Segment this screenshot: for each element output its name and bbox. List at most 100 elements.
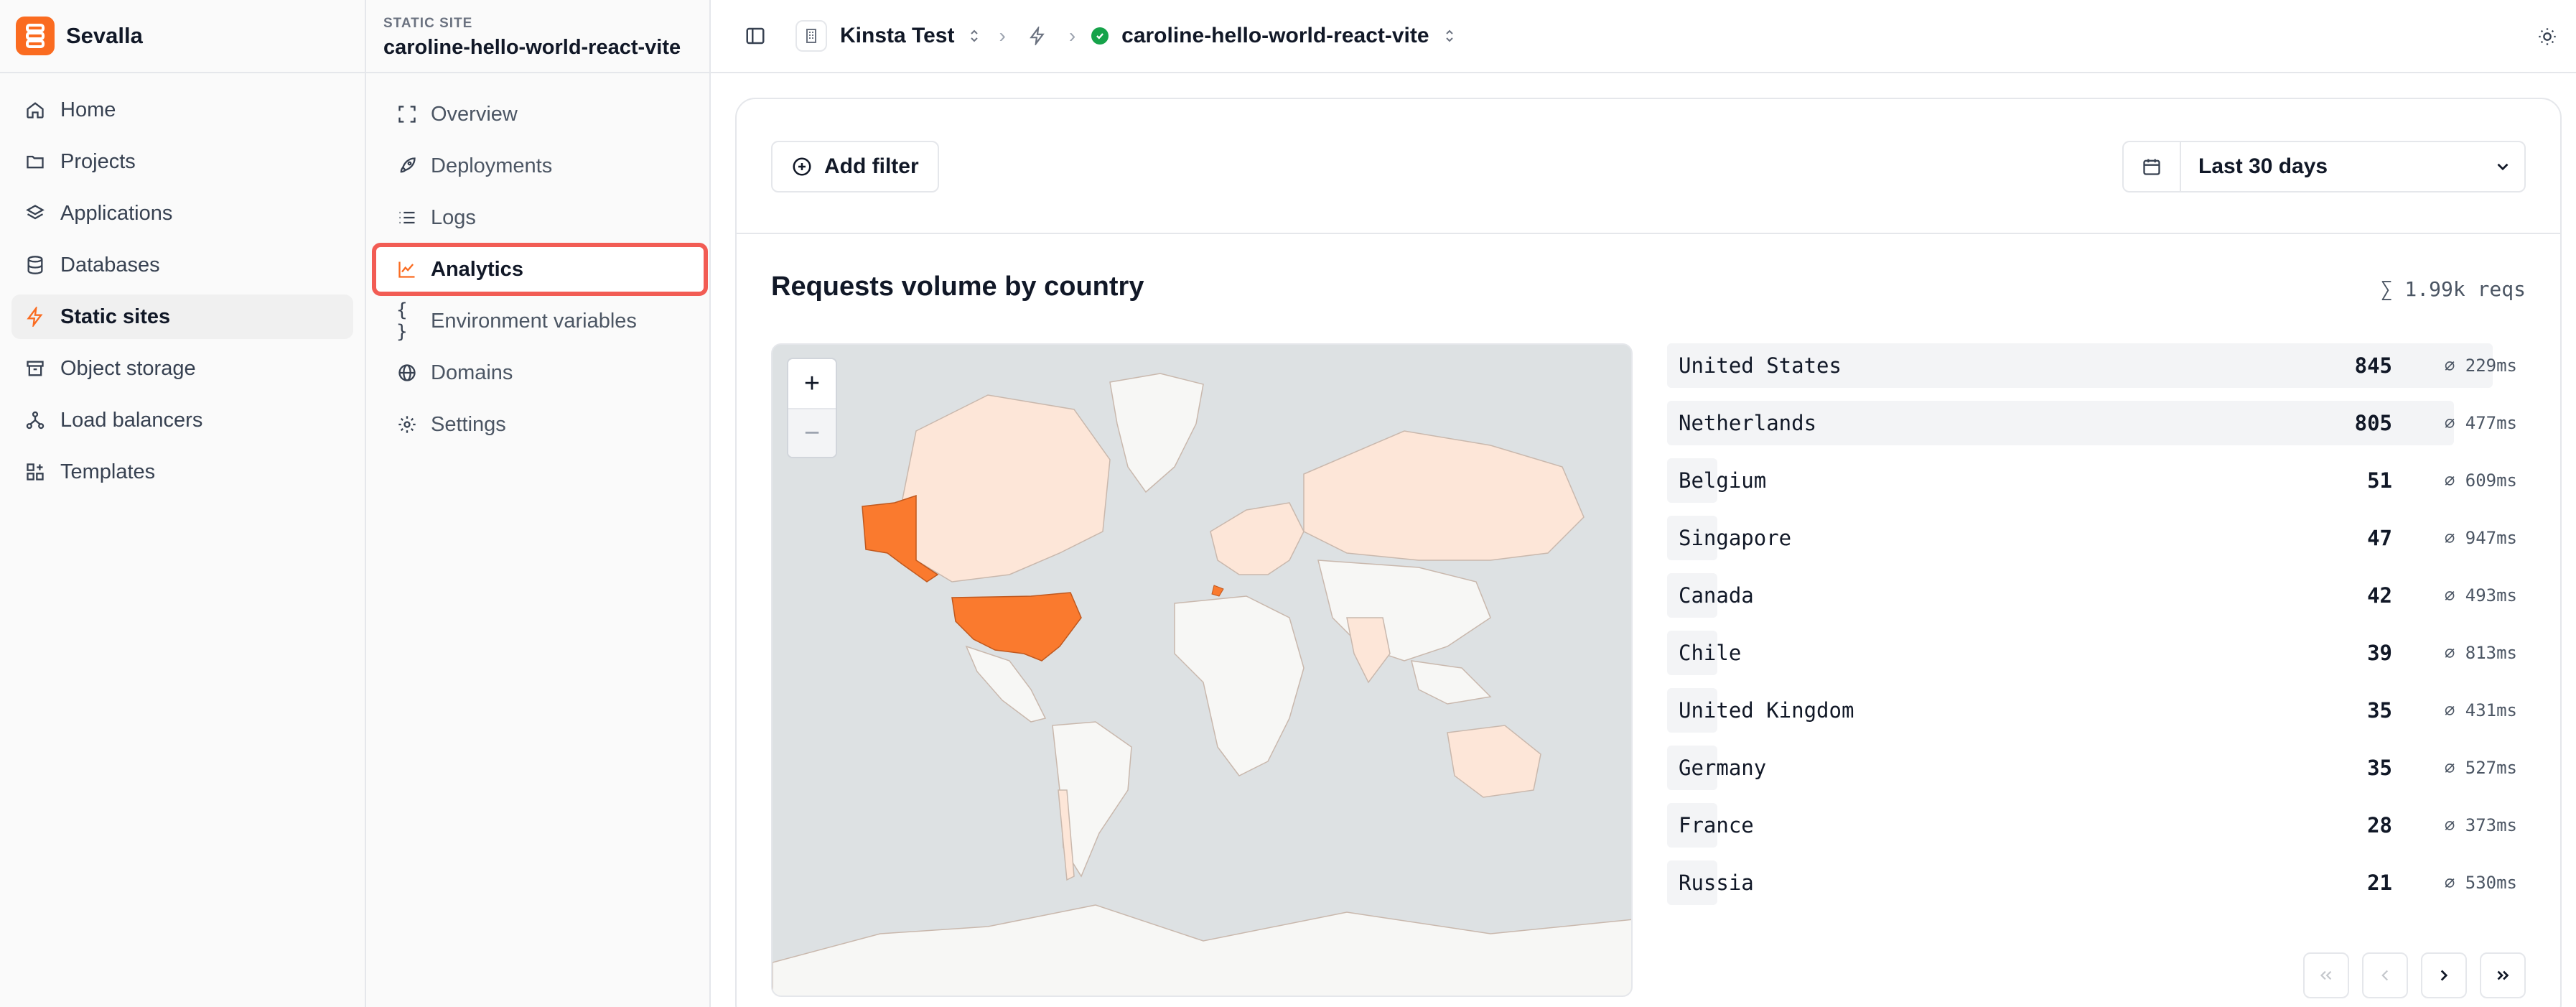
chevron-down-icon [2481, 157, 2524, 176]
country-row[interactable]: Russia 21 ⌀ 530ms [1667, 860, 2529, 905]
country-request-count: 28 [2367, 813, 2392, 837]
site-nav-analytics[interactable]: Analytics [372, 243, 708, 296]
country-name: United Kingdom [1679, 698, 1854, 723]
next-page-button[interactable] [2421, 952, 2467, 998]
country-name: Singapore [1679, 526, 1792, 550]
breadcrumb-static-sites[interactable] [1022, 20, 1053, 52]
breadcrumb-site[interactable]: caroline-hello-world-react-vite [1091, 24, 1457, 48]
layers-icon [24, 203, 46, 224]
sidebar-toggle-icon [746, 27, 765, 45]
country-name: France [1679, 813, 1754, 837]
country-request-count: 51 [2367, 468, 2392, 493]
main-sidebar: Sevalla Home Projects Applications Datab… [0, 0, 366, 1007]
country-row[interactable]: Singapore 47 ⌀ 947ms [1667, 516, 2529, 560]
add-filter-button[interactable]: Add filter [771, 141, 939, 192]
map-country [1447, 725, 1541, 798]
map-country [1346, 617, 1391, 684]
map-country [1317, 560, 1491, 662]
breadcrumb-company[interactable]: Kinsta Test [795, 20, 983, 52]
filter-toolbar: Add filter Last 30 days [737, 99, 2560, 234]
brand[interactable]: Sevalla [0, 0, 365, 73]
chevron-right-icon: › [1068, 24, 1076, 47]
country-request-count: 35 [2367, 756, 2392, 780]
company-name: Kinsta Test [840, 24, 955, 47]
country-name: Germany [1679, 756, 1767, 780]
site-header: STATIC SITE caroline-hello-world-react-v… [366, 0, 709, 73]
site-nav-domains[interactable]: Domains [376, 351, 704, 395]
sidebar-item-templates[interactable]: Templates [11, 450, 353, 494]
country-avg-latency: ⌀ 431ms [2444, 700, 2517, 720]
site-nav-environment-variables[interactable]: { } Environment variables [376, 299, 704, 343]
country-row[interactable]: Canada 42 ⌀ 493ms [1667, 573, 2529, 618]
sidebar-item-applications[interactable]: Applications [11, 191, 353, 236]
sidebar-item-label: Object storage [60, 356, 196, 380]
site-nav-label: Environment variables [431, 309, 637, 333]
chevron-up-down-icon [971, 29, 979, 42]
site-kicker: STATIC SITE [383, 16, 473, 31]
line-chart-icon [396, 259, 418, 280]
last-page-button[interactable] [2480, 952, 2526, 998]
theme-toggle-button[interactable] [2531, 21, 2563, 52]
date-range-select[interactable]: Last 30 days [2122, 141, 2526, 192]
gear-icon [396, 414, 418, 435]
country-avg-latency: ⌀ 609ms [2444, 470, 2517, 491]
country-request-count: 35 [2367, 698, 2392, 723]
add-filter-label: Add filter [824, 154, 919, 178]
site-nav-overview[interactable]: Overview [376, 92, 704, 136]
sevalla-logo-icon [16, 17, 55, 55]
site-name: caroline-hello-world-react-vite [383, 36, 681, 59]
building-icon [795, 20, 827, 52]
sidebar-item-label: Databases [60, 253, 160, 277]
country-name: Russia [1679, 871, 1754, 895]
site-nav-settings[interactable]: Settings [376, 402, 704, 447]
site-breadcrumb-name: caroline-hello-world-react-vite [1121, 24, 1429, 47]
map-country [773, 904, 1631, 996]
country-row[interactable]: United States 845 ⌀ 229ms [1667, 343, 2529, 388]
country-avg-latency: ⌀ 947ms [2444, 528, 2517, 548]
country-list: United States 845 ⌀ 229ms Netherlands 805 ⌀ 4… [1667, 343, 2529, 918]
zoom-in-button[interactable]: + [788, 359, 836, 408]
sun-icon [2539, 28, 2556, 45]
top-bar: Kinsta Test › › caroline-hello-world-rea… [711, 0, 2576, 73]
site-nav-label: Domains [431, 361, 513, 384]
focus-frame-icon [396, 103, 418, 125]
sidebar-item-load-balancers[interactable]: Load balancers [11, 398, 353, 442]
sidebar-item-databases[interactable]: Databases [11, 243, 353, 287]
country-row[interactable]: United Kingdom 35 ⌀ 431ms [1667, 688, 2529, 733]
previous-page-button[interactable] [2362, 952, 2408, 998]
sidebar-item-label: Home [60, 98, 116, 121]
country-request-count: 805 [2354, 411, 2392, 435]
world-map[interactable]: + − [771, 343, 1633, 997]
brand-name: Sevalla [66, 23, 143, 48]
database-icon [24, 254, 46, 276]
sidebar-item-static-sites[interactable]: Static sites [11, 294, 353, 339]
country-row[interactable]: Chile 39 ⌀ 813ms [1667, 631, 2529, 675]
country-request-count: 42 [2367, 583, 2392, 608]
country-row[interactable]: Belgium 51 ⌀ 609ms [1667, 458, 2529, 503]
date-range-value: Last 30 days [2198, 154, 2328, 178]
country-row[interactable]: France 28 ⌀ 373ms [1667, 803, 2529, 848]
country-name: Canada [1679, 583, 1754, 608]
archive-icon [24, 358, 46, 379]
sidebar-item-label: Templates [60, 460, 156, 483]
chevron-right-icon: › [999, 24, 1006, 47]
country-name: Chile [1679, 641, 1742, 665]
site-nav-label: Deployments [431, 154, 553, 177]
sidebar-item-object-storage[interactable]: Object storage [11, 346, 353, 391]
country-row[interactable]: Germany 35 ⌀ 527ms [1667, 746, 2529, 790]
first-page-button[interactable] [2303, 952, 2349, 998]
toggle-sidebar-button[interactable] [739, 20, 771, 52]
list-icon [396, 207, 418, 228]
site-nav-logs[interactable]: Logs [376, 195, 704, 240]
main-nav: Home Projects Applications Databases Sta… [0, 73, 365, 494]
zoom-out-button[interactable]: − [788, 408, 836, 457]
country-avg-latency: ⌀ 373ms [2444, 815, 2517, 835]
map-country [1411, 660, 1492, 705]
site-nav-label: Settings [431, 412, 506, 436]
sidebar-item-projects[interactable]: Projects [11, 139, 353, 184]
country-row[interactable]: Netherlands 805 ⌀ 477ms [1667, 401, 2529, 445]
sidebar-item-home[interactable]: Home [11, 88, 353, 132]
site-nav-deployments[interactable]: Deployments [376, 144, 704, 188]
chevrons-left-icon [2320, 970, 2332, 980]
braces-icon: { } [396, 300, 408, 343]
